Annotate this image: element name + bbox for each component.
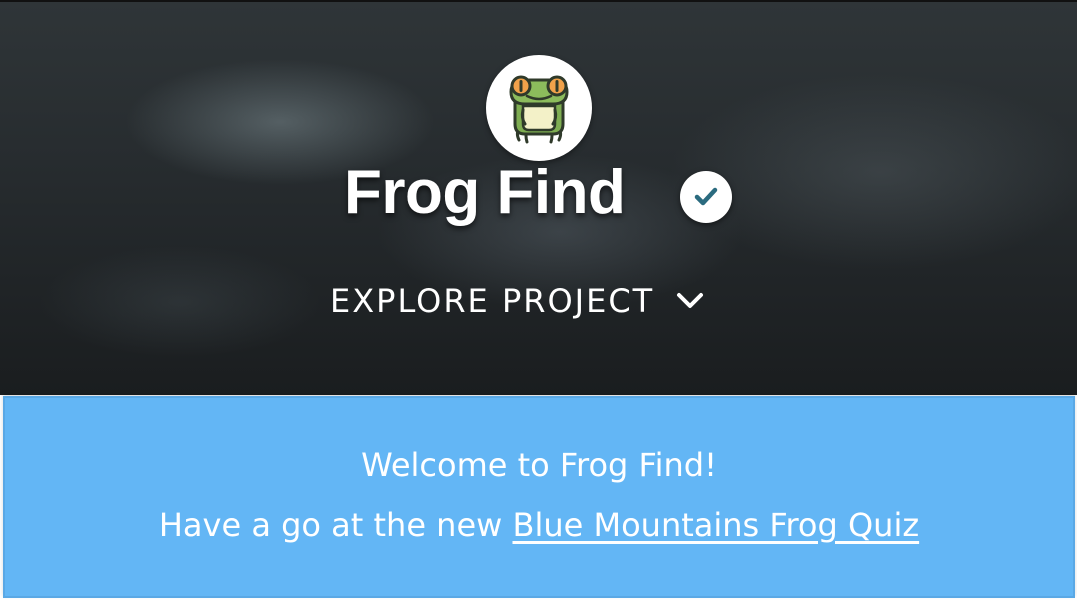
explore-project-button[interactable]: EXPLORE PROJECT [330, 279, 704, 323]
project-avatar[interactable] [486, 55, 592, 161]
title-row: Frog Find [0, 157, 1077, 237]
quiz-prompt-text: Have a go at the new [158, 506, 513, 544]
frog-icon [509, 75, 569, 144]
page: Frog Find EXPLORE PROJECT Welcome to Fro… [0, 0, 1077, 600]
frog-quiz-link[interactable]: Blue Mountains Frog Quiz [512, 506, 919, 544]
verified-check-icon [694, 187, 718, 206]
explore-project-label: EXPLORE PROJECT [330, 282, 655, 320]
project-title: Frog Find [344, 158, 626, 227]
verified-badge [680, 171, 732, 223]
project-hero-banner: Frog Find EXPLORE PROJECT [0, 0, 1077, 395]
chevron-down-icon [676, 292, 704, 310]
welcome-text: Welcome to Frog Find! [361, 446, 717, 484]
quiz-prompt-line: Have a go at the new Blue Mountains Frog… [5, 506, 1073, 544]
announcement-banner: Welcome to Frog Find! Have a go at the n… [3, 396, 1075, 598]
